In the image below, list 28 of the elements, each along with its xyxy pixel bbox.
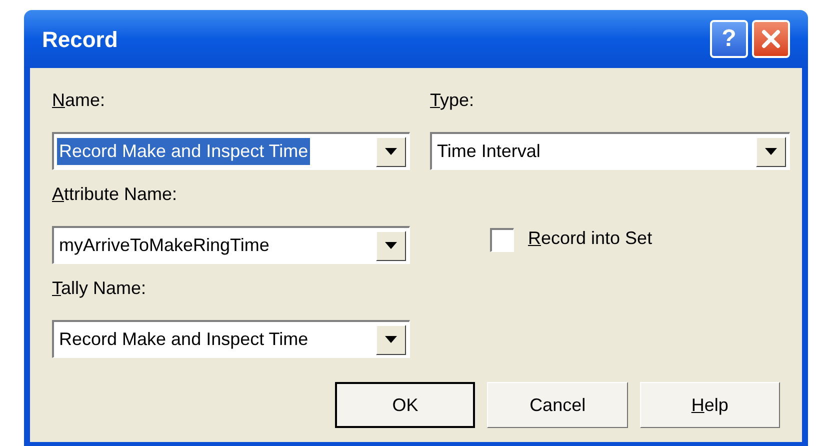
dropdown-button[interactable] xyxy=(376,136,406,166)
close-icon xyxy=(760,28,782,50)
dialog-button[interactable]: Cancel xyxy=(487,382,628,428)
dropdown-button[interactable] xyxy=(376,230,406,260)
combo-box[interactable]: Record Make and Inspect Time xyxy=(52,320,410,358)
dialog-button[interactable]: Help xyxy=(640,382,780,428)
caret-icon xyxy=(765,148,777,155)
caret-icon xyxy=(385,148,397,155)
checkbox-label: Record into Set xyxy=(528,227,652,250)
dropdown-button[interactable] xyxy=(756,136,786,166)
dropdown-button[interactable] xyxy=(376,324,406,354)
dialog-button[interactable]: OK xyxy=(335,382,476,428)
combo-box[interactable]: myArriveToMakeRingTime xyxy=(52,226,410,264)
combo-value: Record Make and Inspect Time xyxy=(57,138,310,165)
combo-box[interactable]: Record Make and Inspect Time xyxy=(52,132,410,170)
combo-value: myArriveToMakeRingTime xyxy=(58,234,270,257)
caret-icon xyxy=(385,242,397,249)
combo-value: Time Interval xyxy=(436,140,542,163)
field-label: Name: xyxy=(52,89,106,112)
field-label: Tally Name: xyxy=(52,277,146,300)
combo-box[interactable]: Time Interval xyxy=(430,132,790,170)
window-title: Record xyxy=(42,26,119,54)
checkbox[interactable] xyxy=(490,228,514,252)
caret-icon xyxy=(385,336,397,343)
field-label: Attribute Name: xyxy=(52,183,178,206)
combo-value: Record Make and Inspect Time xyxy=(58,328,310,351)
field-label: Type: xyxy=(430,89,474,112)
close-button[interactable] xyxy=(752,20,790,58)
